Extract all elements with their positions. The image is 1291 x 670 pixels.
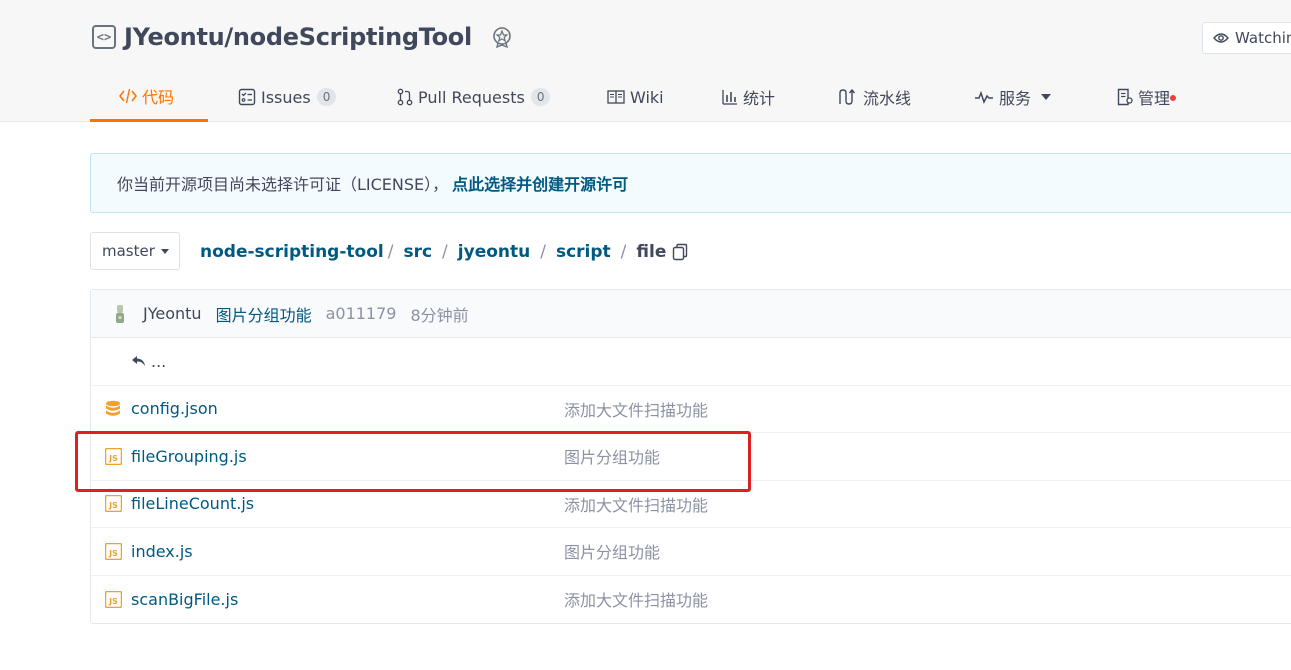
js-file-icon: JS [105, 495, 122, 513]
file-commit-message[interactable]: 添加大文件扫描功能 [564, 397, 708, 421]
code-repo-icon: <> [92, 25, 116, 49]
tab-pull-requests-label: Pull Requests [418, 87, 525, 107]
file-commit-message[interactable]: 添加大文件扫描功能 [564, 587, 708, 611]
chevron-down-icon [1041, 94, 1052, 100]
manage-icon [1117, 88, 1133, 106]
issue-icon [238, 88, 256, 106]
tab-manage-label-wrap: 管理 [1138, 85, 1177, 109]
tab-wiki-label: Wiki [630, 87, 664, 107]
tab-pipeline-label: 流水线 [863, 89, 912, 108]
pulse-icon [974, 89, 994, 105]
svg-text:JS: JS [108, 549, 118, 558]
file-name-link[interactable]: config.json [131, 399, 218, 418]
repo-title: <> JYeontu/nodeScriptingTool [92, 22, 514, 52]
tab-stats-label: 统计 [743, 89, 776, 108]
tab-services[interactable]: 服务 [974, 72, 1052, 122]
file-row[interactable]: JS index.js 图片分组功能 [91, 528, 1291, 576]
breadcrumb-separator: / [442, 242, 448, 262]
tab-code-label: 代码 [142, 87, 175, 107]
parent-directory-row[interactable]: ... [91, 338, 1291, 386]
avatar[interactable] [111, 303, 129, 325]
pull-request-icon [397, 88, 413, 106]
branch-name: master [102, 242, 155, 260]
js-file-icon: JS [105, 542, 122, 560]
tab-wiki[interactable]: Wiki [607, 72, 664, 122]
copy-icon[interactable] [672, 243, 688, 261]
pipeline-icon [838, 88, 858, 106]
license-notice-text: 你当前开源项目尚未选择许可证（LICENSE）， [117, 175, 449, 194]
issues-count-badge: 0 [316, 88, 337, 106]
pull-requests-count-badge: 0 [530, 88, 551, 106]
repo-header: <> JYeontu/nodeScriptingTool Watchin 代码 … [0, 0, 1291, 122]
file-commit-message[interactable]: 添加大文件扫描功能 [564, 492, 708, 516]
code-icon [119, 88, 137, 104]
file-name-link[interactable]: index.js [131, 542, 193, 561]
notification-dot [1170, 95, 1177, 101]
back-arrow-icon [131, 355, 147, 367]
file-commit-message[interactable]: 图片分组功能 [564, 539, 660, 563]
commit-time: 8分钟前 [410, 305, 469, 325]
latest-commit-row: JYeontu 图片分组功能 a011179 8分钟前 [91, 290, 1291, 338]
file-row[interactable]: JS scanBigFile.js 添加大文件扫描功能 [91, 576, 1291, 624]
file-name-link[interactable]: fileLineCount.js [131, 494, 254, 513]
database-icon [105, 400, 121, 418]
breadcrumb-separator: / [620, 242, 627, 262]
branch-selector[interactable]: master [90, 232, 180, 270]
tab-issues-label: Issues [261, 87, 311, 107]
file-commit-message[interactable]: 图片分组功能 [564, 444, 660, 468]
tab-manage[interactable]: 管理 [1117, 72, 1177, 122]
breadcrumb-script[interactable]: script [556, 242, 611, 262]
svg-text:JS: JS [108, 597, 118, 606]
commit-author[interactable]: JYeontu [143, 304, 202, 323]
commit-message[interactable]: 图片分组功能 [216, 302, 312, 326]
file-row[interactable]: JS fileLineCount.js 添加大文件扫描功能 [91, 481, 1291, 528]
book-icon [607, 90, 625, 104]
caret-down-icon [160, 248, 169, 254]
create-license-link[interactable]: 点此选择并创建开源许可 [452, 171, 628, 195]
svg-text:JS: JS [108, 454, 118, 463]
breadcrumb-separator: / [540, 242, 546, 262]
js-file-icon: JS [105, 590, 122, 608]
file-row[interactable]: config.json 添加大文件扫描功能 [91, 386, 1291, 433]
tab-manage-label: 管理 [1138, 89, 1171, 108]
tab-issues[interactable]: Issues 0 [238, 72, 337, 122]
bar-chart-icon [722, 89, 738, 105]
tab-pull-requests[interactable]: Pull Requests 0 [397, 72, 551, 122]
breadcrumb: node-scripting-tool / src / jyeontu / sc… [200, 240, 688, 264]
parent-directory-label: ... [151, 351, 167, 371]
tab-pipeline[interactable]: 流水线 [838, 72, 911, 122]
tab-code[interactable]: 代码 [90, 72, 208, 122]
recommend-badge-icon[interactable] [490, 25, 514, 49]
file-table: JYeontu 图片分组功能 a011179 8分钟前 ... config.j… [90, 289, 1291, 624]
repo-name-link[interactable]: JYeontu/nodeScriptingTool [124, 23, 472, 51]
breadcrumb-root[interactable]: node-scripting-tool [200, 242, 384, 262]
tab-stats[interactable]: 统计 [722, 72, 775, 122]
breadcrumb-jyeontu[interactable]: jyeontu [458, 242, 530, 262]
file-name-link[interactable]: fileGrouping.js [131, 447, 247, 466]
file-name-link[interactable]: scanBigFile.js [131, 590, 238, 609]
breadcrumb-src[interactable]: src [403, 242, 432, 262]
watch-button[interactable]: Watchin [1202, 22, 1291, 54]
breadcrumb-current: file [636, 242, 667, 262]
js-file-icon: JS [105, 447, 122, 465]
tab-services-label: 服务 [999, 89, 1032, 108]
license-notice: 你当前开源项目尚未选择许可证（LICENSE）， 点此选择并创建开源许可 [90, 153, 1291, 213]
file-row[interactable]: JS fileGrouping.js 图片分组功能 [91, 433, 1291, 481]
watch-label: Watchin [1235, 29, 1291, 47]
eye-icon [1213, 32, 1229, 44]
svg-text:JS: JS [108, 501, 118, 510]
breadcrumb-separator: / [387, 242, 394, 262]
commit-sha[interactable]: a011179 [326, 304, 397, 323]
